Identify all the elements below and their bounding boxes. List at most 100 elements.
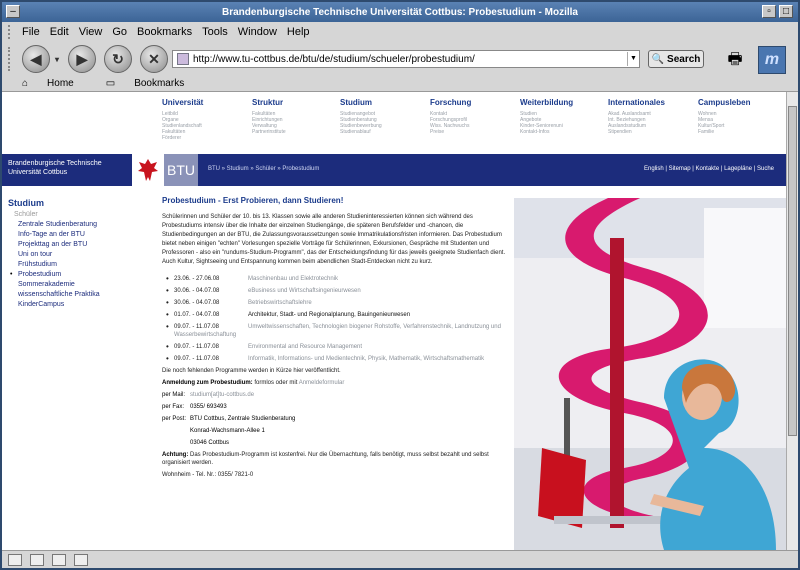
vertical-scrollbar[interactable] <box>786 92 798 550</box>
menu-window[interactable]: Window <box>238 26 277 38</box>
nav-head[interactable]: Weiterbildung <box>520 98 608 107</box>
bullet-icon: • <box>166 286 169 295</box>
nav-sub-link[interactable]: Preise <box>430 129 518 135</box>
search-button[interactable]: 🔍 Search <box>648 50 704 68</box>
menu-go[interactable]: Go <box>112 26 127 38</box>
university-name[interactable]: Brandenburgische Technische Universität … <box>2 154 130 186</box>
navigator-icon[interactable] <box>8 553 22 566</box>
bullet-icon: • <box>166 310 169 319</box>
event-item: • 30.06. - 04.07.08 Betriebswirtschaftsleh… <box>162 299 512 307</box>
bookmarks-label: Bookmarks <box>134 78 185 89</box>
nav-sub-link[interactable]: Kontakt-Infos <box>520 129 608 135</box>
menu-tools[interactable]: Tools <box>202 26 228 38</box>
sidebar-item[interactable]: Frühstudium <box>2 260 152 270</box>
nav-internationales: Internationales Akad. Auslandsamt Int. B… <box>608 98 696 135</box>
scrollbar-thumb[interactable] <box>788 106 797 436</box>
mail-link[interactable]: studium[at]tu-cottbus.de <box>190 391 254 399</box>
nav-sub-link[interactable]: Studienablauf <box>340 129 428 135</box>
contact-fax: per Fax: 0355/ 693493 <box>162 403 512 411</box>
maximize-button[interactable]: □ <box>779 5 793 18</box>
site-top-navigation: Universität Leitbild Organe Studienlands… <box>162 98 782 150</box>
nav-head[interactable]: Campusleben <box>698 98 786 107</box>
btu-logo[interactable]: BTU <box>164 154 198 186</box>
event-program-link[interactable]: Maschinenbau und Elektrotechnik <box>248 276 338 282</box>
brandenburg-eagle-logo-icon[interactable] <box>132 154 164 186</box>
mail-icon[interactable] <box>30 553 44 566</box>
nav-studium: Studium Studienangebot Studienberatung S… <box>340 98 428 135</box>
menu-edit[interactable]: Edit <box>50 26 69 38</box>
title-bar: – Brandenburgische Technische Universitä… <box>2 2 798 22</box>
bullet-icon: • <box>166 322 169 331</box>
event-date: 30.06. - 04.07.08 <box>174 288 220 294</box>
nav-head[interactable]: Struktur <box>252 98 340 107</box>
window-menu-button[interactable]: – <box>6 5 20 18</box>
menu-file[interactable]: File <box>22 26 40 38</box>
nav-head[interactable]: Forschung <box>430 98 518 107</box>
sidebar-item[interactable]: Sommerakademie <box>2 280 152 290</box>
sidebar-item[interactable]: KinderCampus <box>2 300 152 310</box>
stop-button[interactable]: ✕ <box>140 45 168 73</box>
composer-icon[interactable] <box>52 553 66 566</box>
breadcrumb[interactable]: BTU » Studium » Schüler » Probestudium <box>208 166 319 172</box>
window-title: Brandenburgische Technische Universität … <box>222 6 578 18</box>
nav-sub-link[interactable]: Partnerinstitute <box>252 129 340 135</box>
back-button[interactable]: ◀ <box>22 45 50 73</box>
nav-sub-link[interactable]: Familie <box>698 129 786 135</box>
event-program-link[interactable]: Environmental and Resource Management <box>248 344 362 350</box>
nav-head[interactable]: Studium <box>340 98 428 107</box>
chevron-down-icon: ▼ <box>630 55 637 62</box>
sidebar-item-active[interactable]: Probestudium <box>2 270 152 280</box>
dormitory-phone: Wohnheim - Tel. Nr.: 0355/ 7821-0 <box>162 472 254 478</box>
menu-view[interactable]: View <box>79 26 103 38</box>
registration-text: formlos oder mit <box>254 380 298 386</box>
event-date: 09.07. - 11.07.08 <box>174 356 219 362</box>
forward-button[interactable]: ▶ <box>68 45 96 73</box>
fax-value: 0355/ 693493 <box>190 404 227 410</box>
home-bookmark[interactable]: ⌂ Home <box>22 78 90 89</box>
bookmarks-folder[interactable]: ▭ Bookmarks <box>106 78 200 89</box>
sidebar-item[interactable]: wissenschaftliche Praktika <box>2 290 152 300</box>
reload-button[interactable]: ↻ <box>104 45 132 73</box>
printer-icon: 🖶 <box>727 51 743 68</box>
nav-head[interactable]: Universität <box>162 98 250 107</box>
folder-icon: ▭ <box>105 78 116 89</box>
event-program-link[interactable]: Betriebswirtschaftslehre <box>248 300 312 306</box>
nav-sub-link[interactable]: Förderer <box>162 135 250 141</box>
menu-bookmarks[interactable]: Bookmarks <box>137 26 192 38</box>
intro-paragraph: Schülerinnen und Schüler der 10. bis 13.… <box>162 214 506 265</box>
post-line: Konrad-Wachsmann-Allee 1 <box>190 428 265 434</box>
attention-note: Achtung: Das Probestudium-Programm ist k… <box>162 451 512 467</box>
service-links[interactable]: English | Sitemap | Kontakte | Lagepläne… <box>644 166 774 172</box>
back-history-dropdown[interactable]: ▾ <box>52 54 62 64</box>
sidebar-heading[interactable]: Studium <box>2 192 152 210</box>
event-program-link[interactable]: Informatik, Informations- und Medientech… <box>248 356 484 362</box>
url-bar[interactable]: http://www.tu-cottbus.de/btu/de/studium/… <box>172 50 640 68</box>
stop-icon: ✕ <box>148 50 160 67</box>
sidebar-item[interactable]: Zentrale Studienberatung <box>2 220 152 230</box>
minimize-button[interactable]: ▫ <box>762 5 776 18</box>
print-button[interactable]: 🖶 <box>724 48 746 68</box>
url-dropdown-button[interactable]: ▼ <box>627 52 639 66</box>
registration-form-link[interactable]: Anmeldeformular <box>299 380 345 386</box>
event-date: 09.07. - 11.07.08 <box>174 324 219 330</box>
attention-text: Das Probestudium-Programm ist kostenfrei… <box>162 452 489 466</box>
mozilla-throbber-icon[interactable]: m <box>758 46 786 74</box>
menu-help[interactable]: Help <box>287 26 310 38</box>
nav-sub-link[interactable]: Stipendien <box>608 129 696 135</box>
menubar-grip-icon[interactable] <box>8 25 16 39</box>
url-text[interactable]: http://www.tu-cottbus.de/btu/de/studium/… <box>193 54 627 65</box>
sidebar-section-schueler[interactable]: Schüler <box>2 210 152 220</box>
nav-head[interactable]: Internationales <box>608 98 696 107</box>
sidebar-item[interactable]: Uni on tour <box>2 250 152 260</box>
nav-campusleben: Campusleben Wohnen Mensa Kultur/Sport Fa… <box>698 98 786 135</box>
toolbar-grip-icon[interactable] <box>8 47 16 71</box>
sidebar-item[interactable]: Projekttag an der BTU <box>2 240 152 250</box>
main-article: Probestudium - Erst Probieren, dann Stud… <box>162 196 512 479</box>
university-name-line2: Universität Cottbus <box>8 169 68 176</box>
nav-universitaet: Universität Leitbild Organe Studienlands… <box>162 98 250 141</box>
event-program-link[interactable]: eBusiness und Wirtschaftsingenieurwesen <box>248 288 361 294</box>
sidebar-item[interactable]: Info-Tage an der BTU <box>2 230 152 240</box>
address-book-icon[interactable] <box>74 553 88 566</box>
missing-programs-note: Die noch fehlenden Programme werden in K… <box>162 368 341 374</box>
contact-label: per Mail: <box>162 392 186 398</box>
